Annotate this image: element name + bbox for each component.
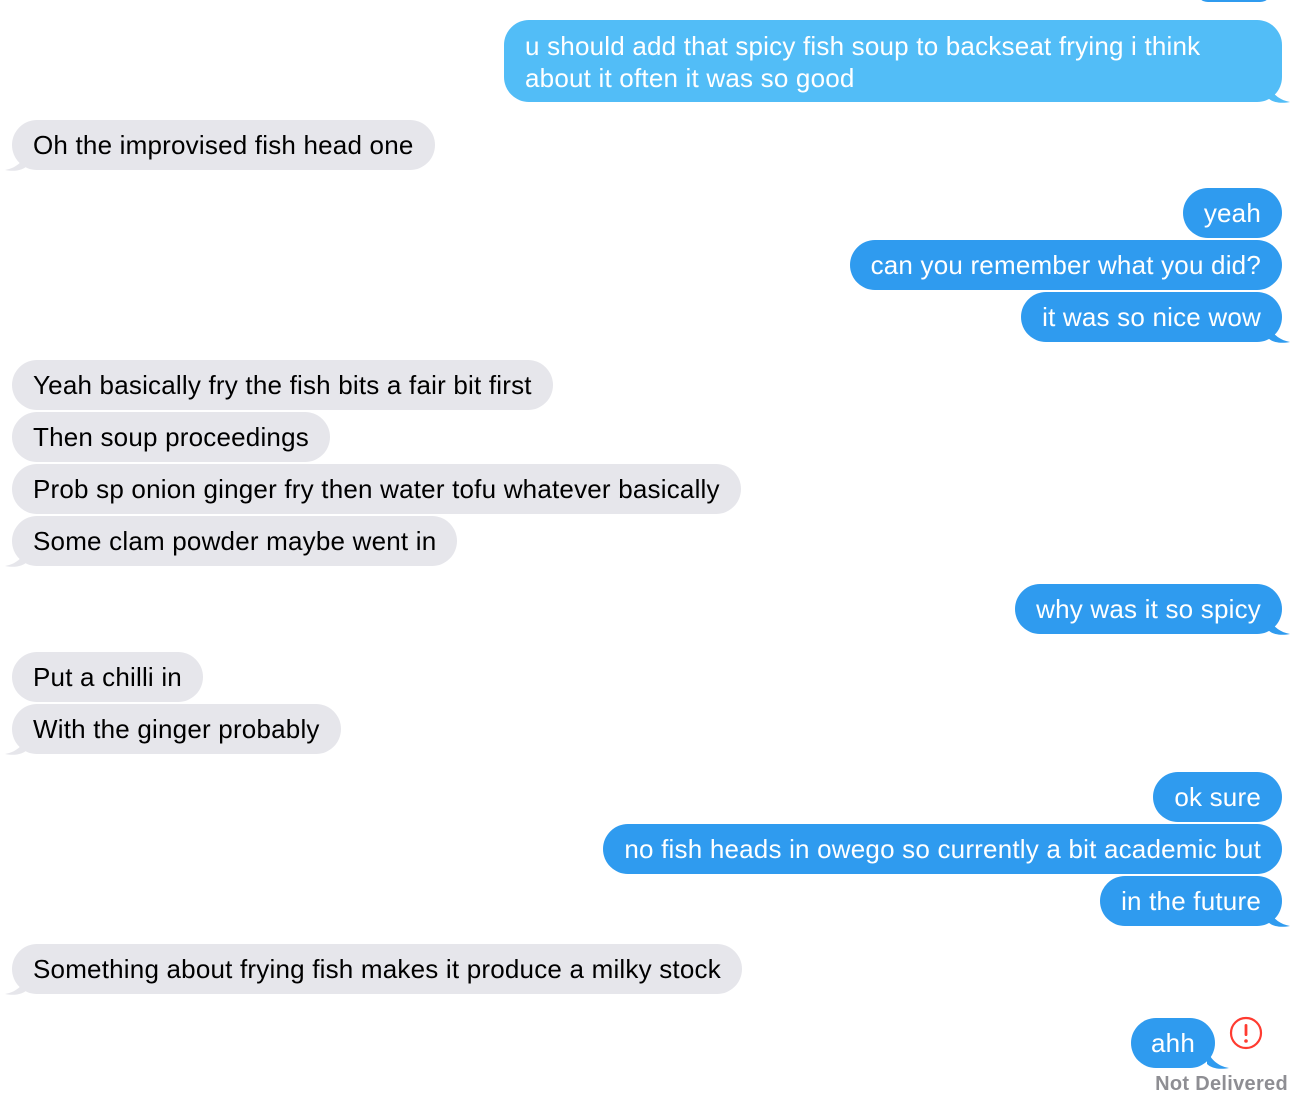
bubble-tail	[1268, 906, 1290, 927]
received-message-bubble[interactable]: Then soup proceedings	[12, 412, 330, 462]
received-message-bubble[interactable]: With the ginger probably	[12, 704, 341, 754]
exclamation-circle-icon[interactable]	[1229, 1016, 1263, 1050]
received-message-bubble[interactable]: Oh the improvised fish head one	[12, 120, 435, 170]
sent-message-bubble[interactable]: can you remember what you did?	[849, 240, 1282, 290]
sent-message-bubble[interactable]: u should add that spicy fish soup to bac…	[504, 20, 1282, 102]
received-message-bubble[interactable]: Yeah basically fry the fish bits a fair …	[12, 360, 553, 410]
received-message-bubble[interactable]: Something about frying fish makes it pro…	[12, 944, 742, 994]
bubble-tail	[1268, 82, 1290, 103]
bubble-tail	[1268, 614, 1290, 635]
sent-message-bubble[interactable]: ok sure	[1153, 772, 1282, 822]
received-message-bubble[interactable]: Put a chilli in	[12, 652, 203, 702]
sent-message-bubble[interactable]: yeah	[1182, 188, 1282, 238]
bubble-tail	[1207, 1048, 1229, 1069]
bubble-tail	[5, 974, 27, 995]
bubble-tail	[1268, 322, 1290, 343]
bubble-tail	[5, 734, 27, 755]
bubble-tail	[5, 546, 27, 567]
bubble-tail	[5, 150, 27, 171]
previous-message-bubble-edge	[1196, 0, 1272, 2]
received-message-bubble[interactable]: Some clam powder maybe went in	[12, 516, 458, 566]
sent-message-bubble-failed[interactable]: ahh	[1131, 1018, 1215, 1068]
sent-message-bubble[interactable]: in the future	[1100, 876, 1282, 926]
sent-message-bubble[interactable]: no fish heads in owego so currently a bi…	[603, 824, 1282, 874]
sent-message-bubble[interactable]: why was it so spicy	[1015, 584, 1282, 634]
sent-message-bubble[interactable]: it was so nice wow	[1021, 292, 1282, 342]
received-message-bubble[interactable]: Prob sp onion ginger fry then water tofu…	[12, 464, 741, 514]
delivery-status-label: Not Delivered	[1155, 1073, 1288, 1095]
